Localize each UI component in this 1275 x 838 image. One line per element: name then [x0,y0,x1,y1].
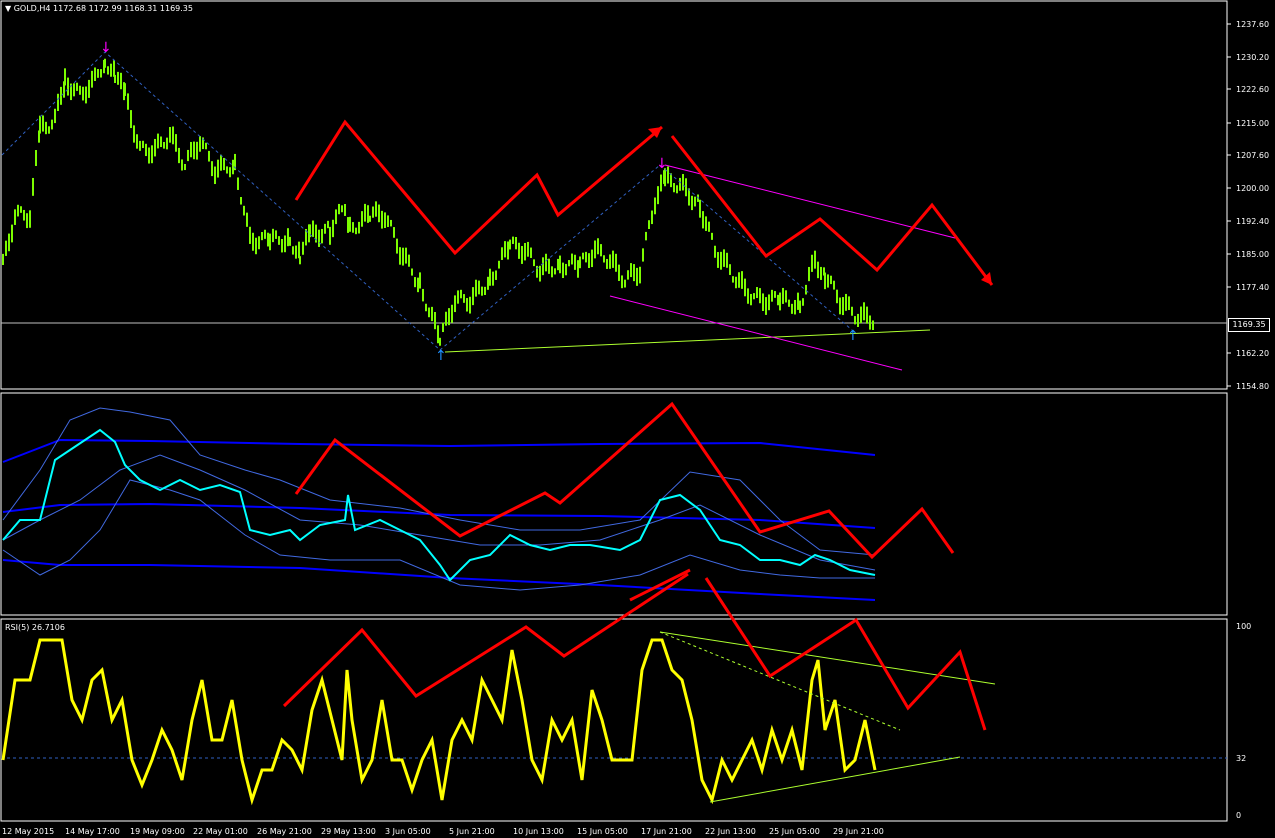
current-price-tag: 1169.35 [1228,318,1270,332]
fractal-up-icon-2: ↑ [847,328,859,344]
rsi-dashed-line [659,631,901,731]
rsi-support-line [709,756,961,803]
price-axis: 1237.60 1230.20 1222.60 1215.00 1207.60 1200.… [1227,20,1269,391]
time-tick-label: 17 Jun 21:00 [641,827,692,836]
time-tick-label: 29 May 13:00 [321,827,376,836]
price-tick-label: 1177.40 [1236,283,1269,292]
price-tick-label: 1192.40 [1236,217,1269,226]
time-tick-label: 22 Jun 13:00 [705,827,756,836]
price-tick-label: 1162.20 [1236,349,1269,358]
price-tick-label: 1215.00 [1236,119,1269,128]
svg-text:32: 32 [1236,754,1246,763]
fractal-down-icon: ↓ [100,40,112,56]
time-tick-label: 14 May 17:00 [65,827,120,836]
time-tick-label: 22 May 01:00 [193,827,248,836]
time-tick-label: 15 Jun 05:00 [577,827,628,836]
rsi-panel-border [0,618,1228,822]
price-tick-label: 1230.20 [1236,53,1269,62]
time-tick-label: 10 Jun 13:00 [513,827,564,836]
main-panel-border [0,0,1228,390]
time-tick-label: 25 Jun 05:00 [769,827,820,836]
price-tick-label: 1185.00 [1236,250,1269,259]
price-tick-label: 1222.60 [1236,85,1269,94]
fractal-up-icon: ↑ [435,348,447,364]
time-tick-label: 5 Jun 21:00 [449,827,495,836]
svg-text:100: 100 [1236,622,1251,631]
price-tick-label: 1200.00 [1236,184,1269,193]
svg-text:0: 0 [1236,811,1241,820]
price-candles [2,58,874,346]
rsi-line [1,638,877,806]
time-tick-label: 3 Jun 05:00 [385,827,431,836]
time-axis: 12 May 2015 14 May 17:00 19 May 09:00 22 Ma… [2,827,884,836]
time-tick-label: 26 May 21:00 [257,827,312,836]
time-tick-label: 19 May 09:00 [130,827,185,836]
chart-canvas[interactable]: ↓ ↓ ↑ ↑ 1237.60 1230.20 1222.60 1215.00 1207… [0,0,1275,838]
time-tick-label: 29 Jun 21:00 [833,827,884,836]
price-tick-label: 1207.60 [1236,151,1269,160]
time-tick-label: 12 May 2015 [2,827,54,836]
fractal-down-icon-2: ↓ [656,156,668,172]
rsi-axis: 100 32 0 [1236,622,1251,820]
price-tick-label: 1154.80 [1236,382,1269,391]
price-tick-label: 1237.60 [1236,20,1269,29]
